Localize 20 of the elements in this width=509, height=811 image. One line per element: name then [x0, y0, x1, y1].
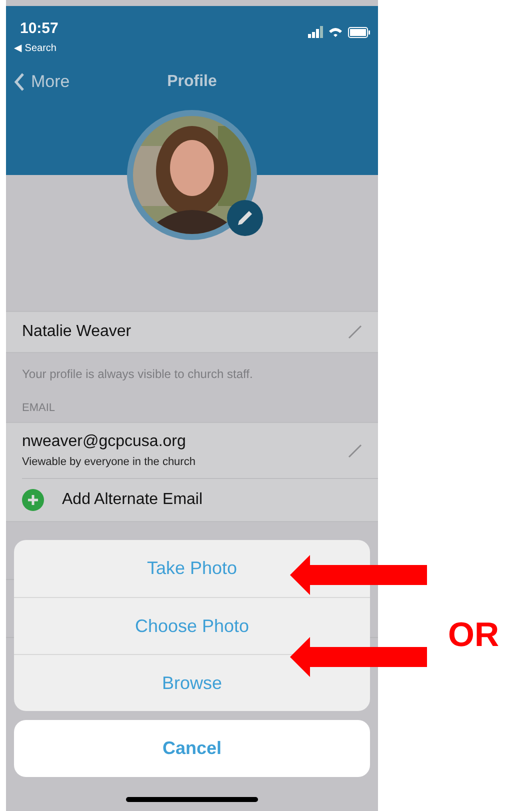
- email-visibility: Viewable by everyone in the church: [22, 455, 196, 470]
- signal-icon: [308, 26, 323, 38]
- section-header: EMAIL: [22, 401, 56, 416]
- email-row[interactable]: nweaver@gcpcusa.org Viewable by everyone in the church: [22, 423, 378, 479]
- name-text: Natalie Weaver: [22, 322, 132, 342]
- screen-title: Profile: [167, 72, 217, 92]
- wifi-icon: [329, 26, 342, 38]
- edit-photo-icon[interactable]: [227, 200, 263, 236]
- email-text: nweaver@gcpcusa.org: [22, 432, 187, 452]
- name-row[interactable]: Natalie Weaver: [6, 311, 378, 353]
- back-to-app-link[interactable]: ◀ Search: [14, 40, 58, 56]
- back-button[interactable]: More: [14, 68, 70, 94]
- or-label: OR: [448, 615, 499, 656]
- visibility-note: Your profile is always visible to church staff.: [22, 366, 253, 383]
- cancel-button[interactable]: Cancel: [14, 720, 370, 777]
- battery-icon: [348, 26, 370, 38]
- status-time: 10:57: [19, 19, 58, 39]
- chevron-left-icon: [14, 72, 25, 90]
- plus-icon: [22, 489, 44, 511]
- add-alternate-email-button[interactable]: Add Alternate Email: [6, 479, 378, 521]
